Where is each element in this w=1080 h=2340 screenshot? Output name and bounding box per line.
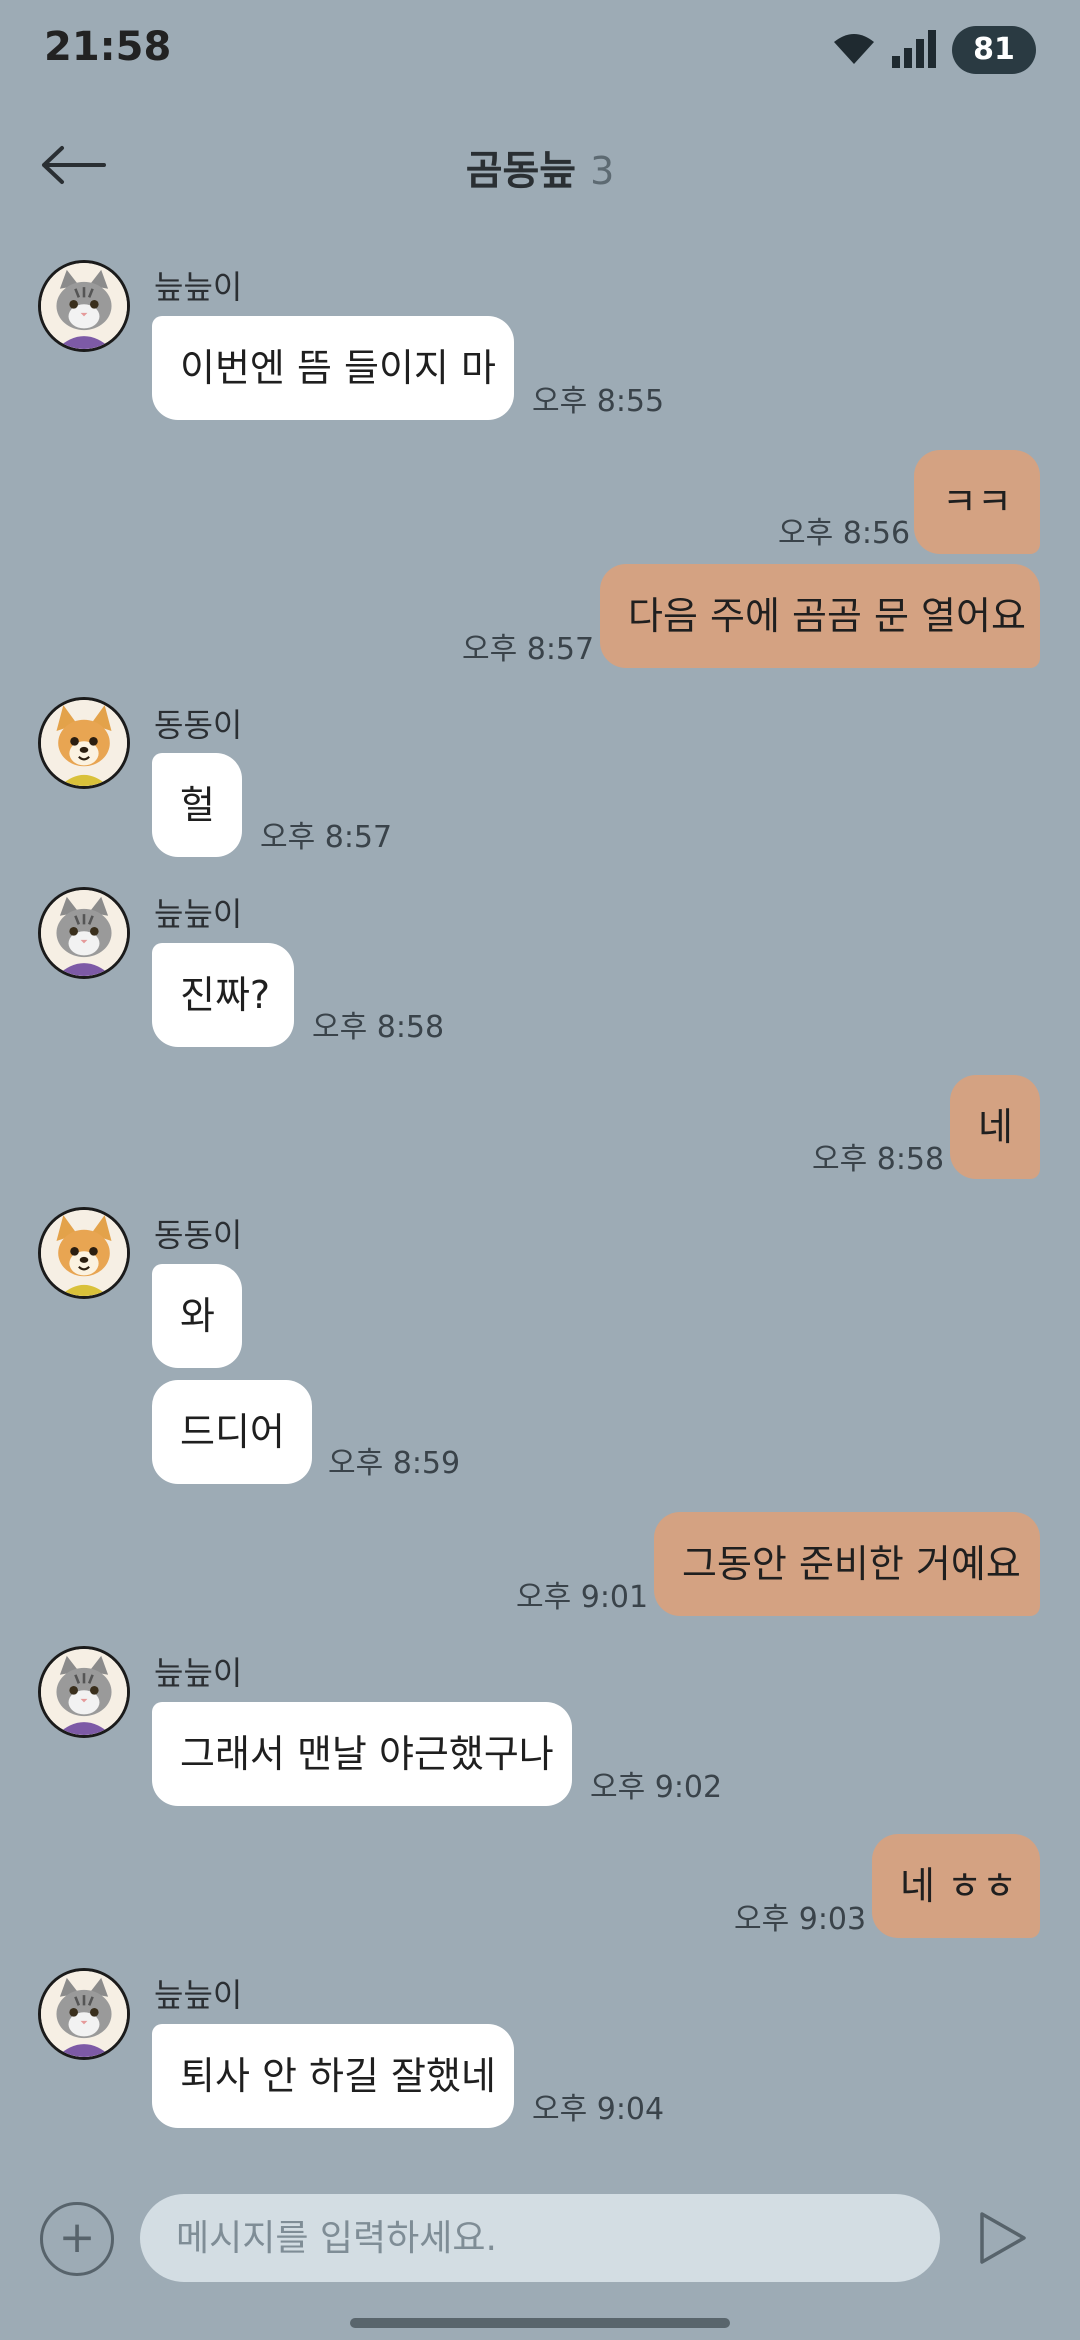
message-bubble-incoming[interactable]: 퇴사 안 하길 잘했네	[152, 2024, 514, 2128]
message-time: 오후 8:55	[532, 384, 665, 419]
cat-avatar-icon	[41, 1971, 127, 2057]
message-bubble-outgoing[interactable]: ㅋㅋ	[914, 450, 1040, 554]
home-indicator	[350, 2318, 730, 2328]
cat-avatar-icon	[41, 263, 127, 349]
avatar-cat[interactable]	[38, 260, 130, 352]
message-time: 오후 9:01	[516, 1580, 649, 1615]
message-time: 오후 8:56	[778, 516, 911, 551]
message-bubble-incoming[interactable]: 드디어	[152, 1380, 312, 1484]
composer-bar: +	[0, 2180, 1080, 2300]
sender-name: 동동이	[154, 1216, 243, 1254]
send-icon[interactable]	[978, 2210, 1028, 2266]
avatar-cat[interactable]	[38, 887, 130, 979]
cat-avatar-icon	[41, 1649, 127, 1735]
message-bubble-incoming[interactable]: 헐	[152, 753, 242, 857]
message-bubble-incoming[interactable]: 와	[152, 1264, 242, 1368]
message-time: 오후 8:57	[462, 632, 595, 667]
message-time: 오후 9:03	[734, 1902, 867, 1937]
avatar-dog[interactable]	[38, 697, 130, 789]
sender-name: 늪늪이	[154, 268, 243, 306]
message-time: 오후 8:59	[328, 1446, 461, 1481]
message-time: 오후 9:02	[590, 1770, 723, 1805]
dog-avatar-icon	[41, 1210, 127, 1296]
sender-name: 늪늪이	[154, 895, 243, 933]
sender-name: 늪늪이	[154, 1654, 243, 1692]
message-bubble-outgoing[interactable]: 다음 주에 곰곰 문 열어요	[600, 564, 1040, 668]
sender-name: 동동이	[154, 706, 243, 744]
message-list[interactable]: 늪늪이 이번엔 뜸 들이지 마 오후 8:55 ㅋㅋ 오후 8:56 다음 주에…	[0, 0, 1080, 2340]
message-time: 오후 8:58	[312, 1010, 445, 1045]
message-time: 오후 8:57	[260, 820, 393, 855]
cat-avatar-icon	[41, 890, 127, 976]
dog-avatar-icon	[41, 700, 127, 786]
message-bubble-incoming[interactable]: 진짜?	[152, 943, 294, 1047]
message-input[interactable]	[140, 2194, 940, 2282]
message-bubble-outgoing[interactable]: 네	[950, 1075, 1040, 1179]
avatar-cat[interactable]	[38, 1646, 130, 1738]
message-bubble-incoming[interactable]: 이번엔 뜸 들이지 마	[152, 316, 514, 420]
message-bubble-outgoing[interactable]: 그동안 준비한 거예요	[654, 1512, 1040, 1616]
message-bubble-incoming[interactable]: 그래서 맨날 야근했구나	[152, 1702, 572, 1806]
avatar-cat[interactable]	[38, 1968, 130, 2060]
plus-icon[interactable]: +	[40, 2202, 114, 2276]
sender-name: 늪늪이	[154, 1976, 243, 2014]
message-time: 오후 8:58	[812, 1142, 945, 1177]
message-time: 오후 9:04	[532, 2092, 665, 2127]
message-bubble-outgoing[interactable]: 네 ㅎㅎ	[872, 1834, 1040, 1938]
avatar-dog[interactable]	[38, 1207, 130, 1299]
